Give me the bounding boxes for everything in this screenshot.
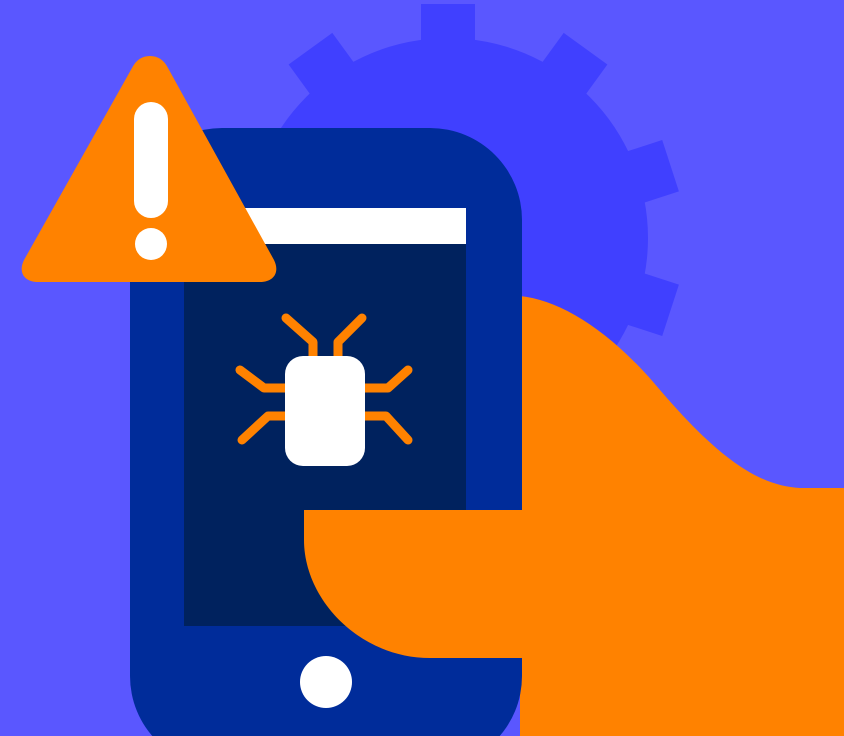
- mobile-bug-warning-illustration: [0, 0, 844, 736]
- gear-tooth: [421, 4, 475, 64]
- warning-exclamation-bar: [134, 102, 168, 218]
- warning-exclamation-dot: [135, 228, 167, 260]
- home-button: [300, 656, 352, 708]
- bug-body: [285, 356, 365, 466]
